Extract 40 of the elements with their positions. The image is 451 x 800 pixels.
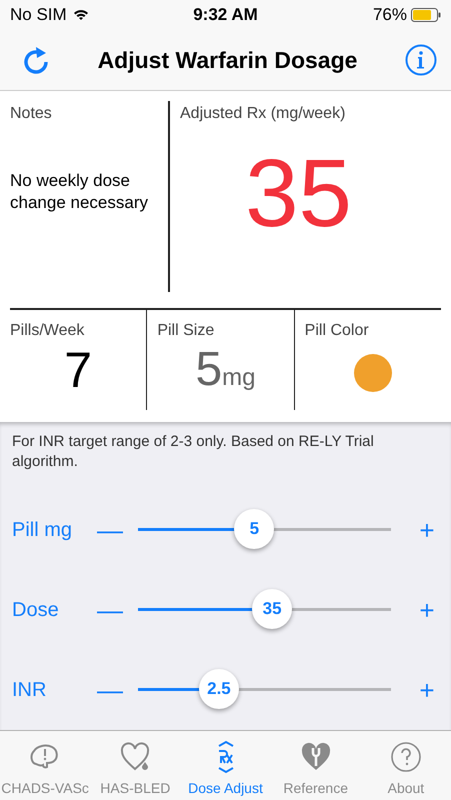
tab[interactable]: About xyxy=(360,731,451,800)
battery-icon xyxy=(411,8,441,22)
tab[interactable]: Reference xyxy=(270,731,361,800)
wifi-icon xyxy=(72,9,89,21)
notes-text: No weekly dose change necessary xyxy=(10,170,149,214)
slider-track[interactable]: 35 xyxy=(138,588,391,632)
notes-label: Notes xyxy=(10,105,53,123)
carrier-text: No SIM xyxy=(10,5,67,25)
slider-thumb[interactable]: 5 xyxy=(234,509,274,549)
size-unit: mg xyxy=(222,364,256,392)
size-value: 5 xyxy=(195,344,222,396)
clock-text: 9:32 AM xyxy=(193,5,258,25)
slider-thumb[interactable]: 2.5 xyxy=(198,669,239,709)
help-icon xyxy=(388,740,423,774)
decrease-button[interactable]: — xyxy=(96,674,124,706)
decrease-button[interactable]: — xyxy=(96,514,124,546)
battery-text: 76% xyxy=(372,5,407,25)
tab[interactable]: HAS-BLED xyxy=(90,731,180,800)
rx-value: 35 xyxy=(244,139,353,249)
increase-button[interactable]: + xyxy=(413,594,441,626)
increase-button[interactable]: + xyxy=(413,514,441,546)
info-button[interactable] xyxy=(405,44,437,76)
slider-track[interactable]: 2.5 xyxy=(138,668,391,712)
slider-label: Pill mg xyxy=(12,518,74,542)
increase-button[interactable]: + xyxy=(413,674,441,706)
slider-label: Dose xyxy=(12,598,60,622)
size-label: Pill Size xyxy=(157,322,216,340)
decrease-button[interactable]: — xyxy=(96,594,124,626)
pills-value: 7 xyxy=(63,344,94,396)
disclaimer-text: For INR target range of 2-3 only. Based on RE-LY Trial algorithm. xyxy=(11,432,375,472)
pills-label: Pills/Week xyxy=(10,322,86,340)
tab[interactable]: Dose Adjust xyxy=(180,731,271,800)
slider-label: INR xyxy=(12,678,48,702)
rx-label: Adjusted Rx (mg/week) xyxy=(180,105,346,123)
refresh-button[interactable] xyxy=(22,45,50,75)
tab[interactable]: CHADS-VASc xyxy=(0,731,90,800)
slider-thumb[interactable]: 35 xyxy=(252,589,292,629)
screen-title: Adjust Warfarin Dosage xyxy=(96,46,358,74)
slider-track[interactable]: 5 xyxy=(138,508,391,552)
color-label: Pill Color xyxy=(304,322,370,340)
